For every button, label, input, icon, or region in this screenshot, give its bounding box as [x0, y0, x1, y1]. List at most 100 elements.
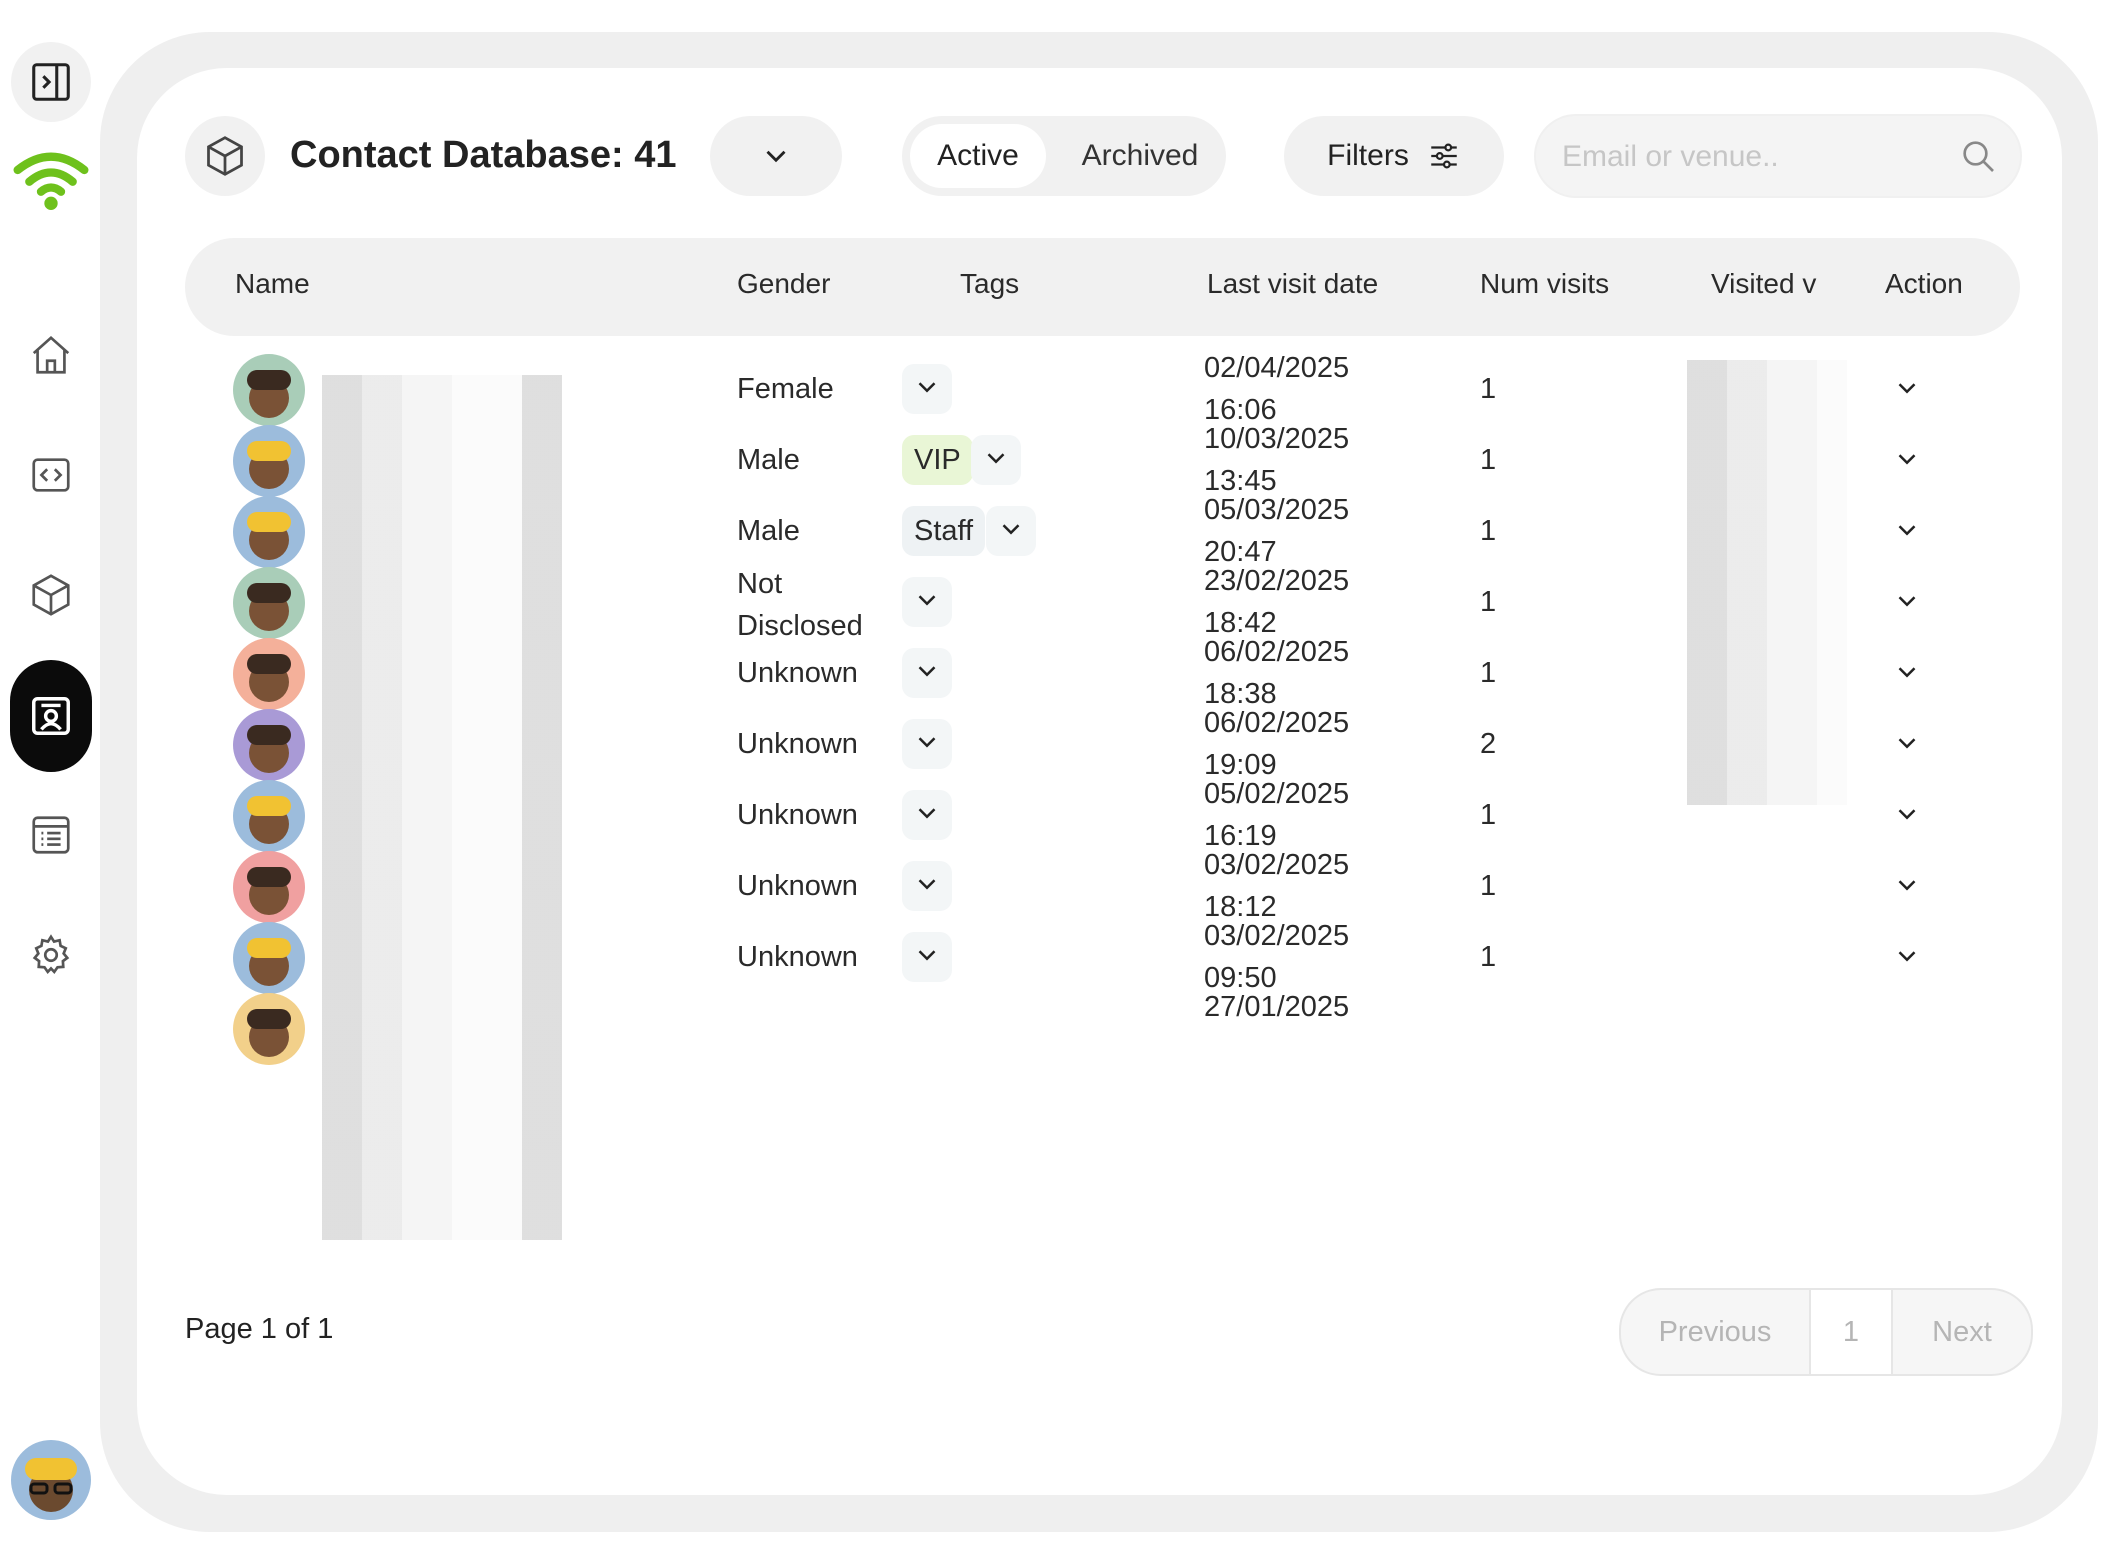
- row-action-button[interactable]: [1887, 512, 1927, 552]
- table-row[interactable]: 27/01/2025: [137, 979, 2062, 1076]
- code-icon: [32, 458, 70, 492]
- num-visits-cell: 2: [1480, 728, 1497, 760]
- row-action-button[interactable]: [1887, 441, 1927, 481]
- row-action-button[interactable]: [1887, 938, 1927, 978]
- sidebar: [0, 0, 100, 1556]
- contacts-icon: [32, 697, 70, 735]
- tags-dropdown-button[interactable]: [986, 506, 1036, 556]
- chevron-down-icon: [912, 727, 942, 762]
- chevron-down-icon: [912, 798, 942, 833]
- num-visits-cell: 1: [1480, 373, 1497, 405]
- nav-contacts-button[interactable]: [10, 660, 92, 772]
- last-visit-date: 03/02/2025: [1204, 849, 1350, 881]
- filters-label: Filters: [1327, 139, 1409, 172]
- last-visit-date: 06/02/2025: [1204, 707, 1350, 739]
- chevron-down-icon: [981, 443, 1011, 478]
- tags-dropdown-button[interactable]: [902, 790, 952, 840]
- user-avatar[interactable]: [11, 1440, 91, 1520]
- search-icon[interactable]: [1958, 136, 1998, 176]
- status-toggle: Active Archived: [902, 116, 1226, 196]
- previous-button[interactable]: Previous: [1621, 1290, 1811, 1374]
- tags-dropdown-button[interactable]: [902, 719, 952, 769]
- num-visits-cell: 1: [1480, 870, 1497, 902]
- last-visit-date: 23/02/2025: [1204, 565, 1350, 597]
- num-visits-cell: 1: [1480, 657, 1497, 689]
- nav-code-button[interactable]: [11, 435, 91, 515]
- column-action[interactable]: Action: [1885, 268, 1963, 300]
- num-visits-cell: 1: [1480, 444, 1497, 476]
- tags-dropdown-button[interactable]: [971, 435, 1021, 485]
- chevron-down-icon: [912, 656, 942, 691]
- sidebar-expand-icon: [32, 63, 70, 101]
- page-title: Contact Database: 41: [290, 134, 677, 176]
- home-icon: [32, 335, 70, 374]
- last-visit-date: 10/03/2025: [1204, 423, 1350, 455]
- chevron-down-icon: [912, 372, 942, 407]
- filters-button[interactable]: Filters: [1284, 116, 1504, 196]
- database-dropdown-button[interactable]: [710, 116, 842, 196]
- row-action-button[interactable]: [1887, 654, 1927, 694]
- column-num-visits[interactable]: Num visits: [1480, 268, 1609, 300]
- avatar-memoji-partial: [233, 993, 305, 1065]
- table-header: Name Gender Tags Last visit date Num vis…: [185, 238, 2020, 336]
- row-action-button[interactable]: [1887, 725, 1927, 765]
- page-info: Page 1 of 1: [185, 1313, 334, 1345]
- cube-icon: [32, 574, 70, 616]
- last-visit-date: 02/04/2025: [1204, 352, 1350, 384]
- chevron-down-icon: [1892, 373, 1922, 408]
- pagination: Previous 1 Next: [1619, 1288, 2033, 1376]
- tab-active[interactable]: Active: [910, 124, 1046, 188]
- sidebar-toggle-button[interactable]: [11, 42, 91, 122]
- tags-dropdown-button[interactable]: [902, 648, 952, 698]
- last-visit-date: 05/02/2025: [1204, 778, 1350, 810]
- nav-reports-button[interactable]: [11, 795, 91, 875]
- nav-home-button[interactable]: [11, 315, 91, 395]
- tags-dropdown-button[interactable]: [902, 577, 952, 627]
- tags-dropdown-button[interactable]: [902, 861, 952, 911]
- last-visit-date: 06/02/2025: [1204, 636, 1350, 668]
- tag-chip[interactable]: Staff: [902, 506, 986, 556]
- table-body: Female 02/04/2025 16:06 1 Male VIP 10/03/2025 1…: [137, 340, 2062, 1240]
- row-action-button[interactable]: [1887, 867, 1927, 907]
- chevron-down-icon: [766, 150, 786, 163]
- chevron-down-icon: [996, 514, 1026, 549]
- tags-dropdown-button[interactable]: [902, 932, 952, 982]
- last-visit-date: 05/03/2025: [1204, 494, 1350, 526]
- last-visit-date: 27/01/2025: [1204, 991, 1350, 1023]
- nav-products-button[interactable]: [11, 555, 91, 635]
- database-cube-icon: [185, 116, 265, 196]
- chevron-down-icon: [1892, 941, 1922, 976]
- gear-icon: [32, 934, 70, 974]
- row-action-button[interactable]: [1887, 583, 1927, 623]
- column-visited[interactable]: Visited v: [1711, 268, 1816, 300]
- chevron-down-icon: [1892, 515, 1922, 550]
- tab-archived[interactable]: Archived: [1060, 124, 1220, 188]
- chevron-down-icon: [912, 585, 942, 620]
- tags-dropdown-button[interactable]: [902, 364, 952, 414]
- row-action-button[interactable]: [1887, 796, 1927, 836]
- sliders-icon: [1431, 143, 1457, 169]
- next-button[interactable]: Next: [1893, 1290, 2031, 1374]
- column-gender[interactable]: Gender: [737, 268, 830, 300]
- nav-settings-button[interactable]: [11, 915, 91, 995]
- chevron-down-icon: [1892, 870, 1922, 905]
- chevron-down-icon: [1892, 728, 1922, 763]
- page-number-button[interactable]: 1: [1811, 1290, 1893, 1374]
- chevron-down-icon: [912, 869, 942, 904]
- last-visit-date: 03/02/2025: [1204, 920, 1350, 952]
- column-name[interactable]: Name: [235, 268, 310, 300]
- chevron-down-icon: [1892, 657, 1922, 692]
- row-action-button[interactable]: [1887, 370, 1927, 410]
- chevron-down-icon: [912, 940, 942, 975]
- tag-chip[interactable]: VIP: [902, 435, 973, 485]
- column-last-visit[interactable]: Last visit date: [1207, 268, 1378, 300]
- num-visits-cell: 1: [1480, 586, 1497, 618]
- search-box: [1536, 116, 2020, 196]
- chevron-down-icon: [1892, 799, 1922, 834]
- wifi-logo-icon: [11, 140, 91, 220]
- column-tags[interactable]: Tags: [960, 268, 1019, 300]
- list-icon: [32, 816, 70, 854]
- num-visits-cell: 1: [1480, 941, 1497, 973]
- last-visit-cell: 27/01/2025: [1204, 986, 1404, 1028]
- search-input[interactable]: [1560, 126, 1944, 188]
